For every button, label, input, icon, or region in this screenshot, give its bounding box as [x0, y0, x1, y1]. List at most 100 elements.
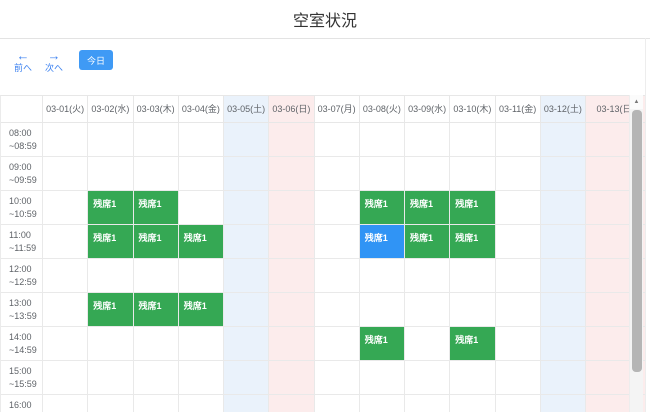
scroll-up-arrow-icon[interactable]: ▲ — [630, 95, 643, 109]
empty-cell-12:00-03-09(水)[interactable] — [405, 259, 451, 293]
slot-13:00-03-03(木)[interactable]: 残席1 — [133, 293, 179, 327]
empty-cell-15:00-03-08(火)[interactable] — [359, 361, 405, 395]
slot-11:00-03-09(水)[interactable]: 残席1 — [405, 225, 451, 259]
empty-cell-08:00-03-10(木)[interactable] — [450, 123, 496, 157]
empty-cell-14:00-03-02(水)[interactable] — [88, 327, 134, 361]
empty-cell-16:00-03-07(月)[interactable] — [314, 395, 360, 412]
empty-cell-15:00-03-11(金)[interactable] — [495, 361, 541, 395]
empty-cell-13:00-03-07(月)[interactable] — [314, 293, 360, 327]
empty-cell-11:00-03-01(火)[interactable] — [43, 225, 89, 259]
slot-10:00-03-03(木)[interactable]: 残席1 — [133, 191, 179, 225]
empty-cell-10:00-03-11(金)[interactable] — [495, 191, 541, 225]
empty-cell-09:00-03-09(水)[interactable] — [405, 157, 451, 191]
empty-cell-09:00-03-04(金)[interactable] — [178, 157, 224, 191]
empty-cell-09:00-03-01(火)[interactable] — [43, 157, 89, 191]
empty-cell-16:00-03-01(火)[interactable] — [43, 395, 89, 412]
empty-cell-11:00-03-06(日)[interactable] — [269, 225, 315, 259]
empty-cell-12:00-03-11(金)[interactable] — [495, 259, 541, 293]
empty-cell-08:00-03-12(土)[interactable] — [540, 123, 586, 157]
empty-cell-10:00-03-12(土)[interactable] — [540, 191, 586, 225]
empty-cell-15:00-03-02(水)[interactable] — [88, 361, 134, 395]
empty-cell-16:00-03-04(金)[interactable] — [178, 395, 224, 412]
empty-cell-15:00-03-06(日)[interactable] — [269, 361, 315, 395]
empty-cell-14:00-03-03(木)[interactable] — [133, 327, 179, 361]
empty-cell-15:00-03-10(木)[interactable] — [450, 361, 496, 395]
empty-cell-16:00-03-03(木)[interactable] — [133, 395, 179, 412]
slot-10:00-03-10(木)[interactable]: 残席1 — [450, 191, 496, 225]
empty-cell-15:00-03-01(火)[interactable] — [43, 361, 89, 395]
empty-cell-10:00-03-07(月)[interactable] — [314, 191, 360, 225]
empty-cell-12:00-03-10(木)[interactable] — [450, 259, 496, 293]
empty-cell-15:00-03-05(土)[interactable] — [224, 361, 270, 395]
empty-cell-08:00-03-02(水)[interactable] — [88, 123, 134, 157]
prev-button[interactable]: ← 前へ — [14, 49, 32, 74]
empty-cell-11:00-03-07(月)[interactable] — [314, 225, 360, 259]
slot-10:00-03-09(水)[interactable]: 残席1 — [405, 191, 451, 225]
slot-13:00-03-02(水)[interactable]: 残席1 — [88, 293, 134, 327]
empty-cell-16:00-03-10(木)[interactable] — [450, 395, 496, 412]
empty-cell-12:00-03-02(水)[interactable] — [88, 259, 134, 293]
empty-cell-11:00-03-05(土)[interactable] — [224, 225, 270, 259]
empty-cell-10:00-03-04(金)[interactable] — [178, 191, 224, 225]
today-button[interactable]: 今日 — [79, 50, 114, 70]
empty-cell-15:00-03-04(金)[interactable] — [178, 361, 224, 395]
empty-cell-12:00-03-07(月)[interactable] — [314, 259, 360, 293]
empty-cell-16:00-03-06(日)[interactable] — [269, 395, 315, 412]
empty-cell-16:00-03-12(土)[interactable] — [540, 395, 586, 412]
empty-cell-13:00-03-06(日)[interactable] — [269, 293, 315, 327]
empty-cell-08:00-03-08(火)[interactable] — [359, 123, 405, 157]
empty-cell-12:00-03-01(火)[interactable] — [43, 259, 89, 293]
empty-cell-09:00-03-03(木)[interactable] — [133, 157, 179, 191]
empty-cell-09:00-03-11(金)[interactable] — [495, 157, 541, 191]
empty-cell-14:00-03-06(日)[interactable] — [269, 327, 315, 361]
empty-cell-16:00-03-05(土)[interactable] — [224, 395, 270, 412]
scrollbar-thumb[interactable] — [632, 110, 642, 372]
slot-14:00-03-10(木)[interactable]: 残席1 — [450, 327, 496, 361]
empty-cell-10:00-03-05(土)[interactable] — [224, 191, 270, 225]
slot-11:00-03-10(木)[interactable]: 残席1 — [450, 225, 496, 259]
slot-11:00-03-02(水)[interactable]: 残席1 — [88, 225, 134, 259]
empty-cell-10:00-03-01(火)[interactable] — [43, 191, 89, 225]
empty-cell-12:00-03-03(木)[interactable] — [133, 259, 179, 293]
empty-cell-09:00-03-02(水)[interactable] — [88, 157, 134, 191]
empty-cell-11:00-03-12(土)[interactable] — [540, 225, 586, 259]
empty-cell-15:00-03-09(水)[interactable] — [405, 361, 451, 395]
empty-cell-13:00-03-09(水)[interactable] — [405, 293, 451, 327]
slot-10:00-03-02(水)[interactable]: 残席1 — [88, 191, 134, 225]
empty-cell-09:00-03-06(日)[interactable] — [269, 157, 315, 191]
empty-cell-08:00-03-07(月)[interactable] — [314, 123, 360, 157]
empty-cell-08:00-03-09(水)[interactable] — [405, 123, 451, 157]
empty-cell-13:00-03-05(土)[interactable] — [224, 293, 270, 327]
empty-cell-14:00-03-04(金)[interactable] — [178, 327, 224, 361]
empty-cell-13:00-03-11(金)[interactable] — [495, 293, 541, 327]
empty-cell-16:00-03-08(火)[interactable] — [359, 395, 405, 412]
empty-cell-15:00-03-07(月)[interactable] — [314, 361, 360, 395]
slot-13:00-03-04(金)[interactable]: 残席1 — [178, 293, 224, 327]
next-button[interactable]: → 次へ — [45, 49, 63, 74]
empty-cell-08:00-03-05(土)[interactable] — [224, 123, 270, 157]
empty-cell-14:00-03-09(水)[interactable] — [405, 327, 451, 361]
empty-cell-09:00-03-12(土)[interactable] — [540, 157, 586, 191]
empty-cell-13:00-03-01(火)[interactable] — [43, 293, 89, 327]
empty-cell-14:00-03-05(土)[interactable] — [224, 327, 270, 361]
empty-cell-13:00-03-08(火)[interactable] — [359, 293, 405, 327]
empty-cell-14:00-03-01(火)[interactable] — [43, 327, 89, 361]
slot-10:00-03-08(火)[interactable]: 残席1 — [359, 191, 405, 225]
empty-cell-14:00-03-12(土)[interactable] — [540, 327, 586, 361]
empty-cell-14:00-03-11(金)[interactable] — [495, 327, 541, 361]
empty-cell-12:00-03-04(金)[interactable] — [178, 259, 224, 293]
empty-cell-12:00-03-05(土)[interactable] — [224, 259, 270, 293]
empty-cell-16:00-03-02(水)[interactable] — [88, 395, 134, 412]
empty-cell-09:00-03-10(木)[interactable] — [450, 157, 496, 191]
empty-cell-12:00-03-08(火)[interactable] — [359, 259, 405, 293]
empty-cell-08:00-03-11(金)[interactable] — [495, 123, 541, 157]
slot-11:00-03-08(火)[interactable]: 残席1 — [359, 225, 405, 259]
empty-cell-14:00-03-07(月)[interactable] — [314, 327, 360, 361]
empty-cell-08:00-03-04(金)[interactable] — [178, 123, 224, 157]
empty-cell-10:00-03-06(日)[interactable] — [269, 191, 315, 225]
empty-cell-08:00-03-06(日)[interactable] — [269, 123, 315, 157]
empty-cell-11:00-03-11(金)[interactable] — [495, 225, 541, 259]
empty-cell-15:00-03-03(木)[interactable] — [133, 361, 179, 395]
empty-cell-08:00-03-03(木)[interactable] — [133, 123, 179, 157]
empty-cell-13:00-03-10(木)[interactable] — [450, 293, 496, 327]
